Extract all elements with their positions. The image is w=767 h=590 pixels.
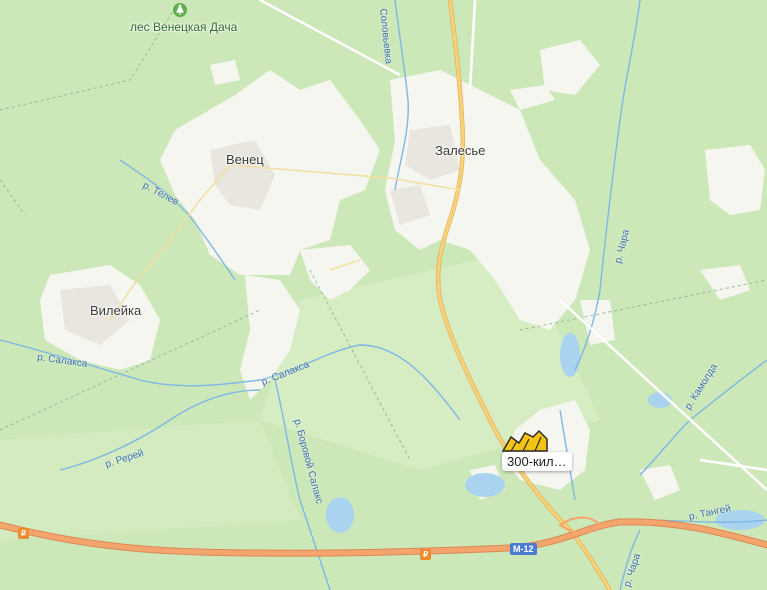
village-label-zalesye: Залесье	[435, 143, 486, 158]
forest-tree-icon	[173, 3, 187, 17]
highway-shield: М-12	[510, 543, 537, 555]
poi-label[interactable]: 300-кил…	[502, 452, 572, 471]
village-label-venets: Венец	[226, 152, 264, 167]
forest-label: лес Венецкая Дача	[130, 20, 238, 34]
meadow-area	[0, 420, 300, 540]
fuel-station-icon[interactable]: ₽	[420, 549, 431, 560]
map-canvas[interactable]	[0, 0, 767, 590]
fuel-station-icon[interactable]: ₽	[18, 528, 29, 539]
village-label-vileyka: Вилейка	[90, 303, 142, 318]
